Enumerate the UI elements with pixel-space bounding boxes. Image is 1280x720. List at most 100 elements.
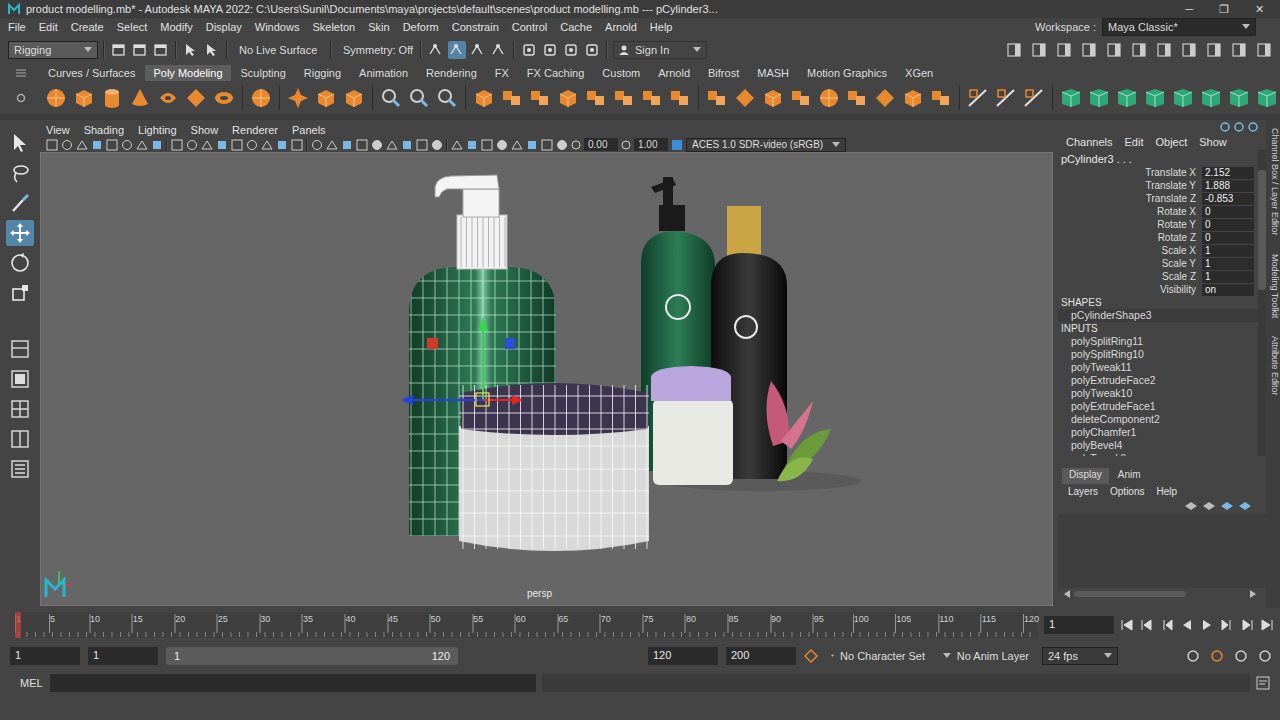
input-node[interactable]: polyExtrudeFace2 — [1058, 374, 1258, 387]
layer-editor-menu-item[interactable]: Options — [1110, 486, 1144, 497]
shelf-tool-icon[interactable] — [733, 86, 757, 110]
viewport-tool-icon[interactable] — [356, 139, 368, 151]
menu-item[interactable]: Create — [71, 21, 104, 33]
channel-box-scrollbar[interactable] — [1258, 150, 1266, 456]
panel-toggle-icon[interactable] — [1056, 42, 1072, 58]
menu-set-dropdown[interactable]: Rigging — [8, 41, 98, 59]
shelf-tool-icon[interactable] — [994, 86, 1018, 110]
channel-row[interactable]: Rotate Z 0 — [1058, 231, 1258, 244]
anim-layer-dropdown[interactable]: No Anim Layer — [938, 647, 1034, 665]
viewport-tool-icon[interactable] — [276, 139, 288, 151]
shelf-tool-icon[interactable] — [1115, 86, 1139, 110]
viewport-tool-icon[interactable] — [291, 139, 303, 151]
nextkey-icon[interactable] — [1240, 619, 1254, 631]
viewport-tool-icon[interactable] — [371, 139, 383, 151]
shelf-tab[interactable]: Custom — [594, 65, 648, 81]
layer-editor-scrollbar[interactable] — [1058, 588, 1266, 600]
shelf-tab[interactable]: Curves / Surfaces — [40, 65, 143, 81]
shelf-tab[interactable]: Arnold — [650, 65, 698, 81]
panel-toggle-icon[interactable] — [1181, 42, 1197, 58]
viewport-tool-icon[interactable] — [481, 139, 493, 151]
current-frame-field[interactable]: 1 — [1044, 616, 1114, 634]
viewport-tool-icon[interactable] — [231, 139, 243, 151]
viewport-tool-icon[interactable] — [541, 139, 553, 151]
viewport-tool-icon[interactable] — [401, 139, 413, 151]
channel-value-field[interactable]: 0 — [1202, 206, 1254, 218]
panel-toggle-icon[interactable] — [1231, 42, 1247, 58]
viewport-tool-icon[interactable] — [216, 139, 228, 151]
shelf-tool-icon[interactable] — [1022, 86, 1046, 110]
shelf-tool-icon[interactable] — [286, 86, 310, 110]
status-toggle[interactable] — [469, 41, 487, 59]
shelf-tab[interactable]: Bifrost — [700, 65, 747, 81]
window-control-button[interactable]: ❐ — [1219, 3, 1229, 16]
menu-item[interactable]: Skeleton — [312, 21, 355, 33]
shelf-tab[interactable]: MASH — [749, 65, 797, 81]
panel-toggle-icon[interactable] — [1156, 42, 1172, 58]
shelf-tool-icon[interactable] — [44, 86, 68, 110]
layout-button[interactable] — [6, 396, 34, 422]
channel-box-menu-item[interactable]: Channels — [1066, 136, 1112, 148]
shelf-tool-icon[interactable] — [612, 86, 636, 110]
channel-row[interactable]: Translate Z -0.853 — [1058, 192, 1258, 205]
shelf-tab[interactable]: Sculpting — [233, 65, 294, 81]
window-control-button[interactable]: ─ — [1185, 3, 1193, 16]
shelf-tool-icon[interactable] — [1199, 86, 1223, 110]
layer-action-icon[interactable] — [1220, 500, 1234, 512]
viewport-menu-item[interactable]: Panels — [292, 124, 326, 136]
shelf-tab[interactable]: Motion Graphics — [799, 65, 895, 81]
channel-value-field[interactable]: 1.888 — [1202, 180, 1254, 192]
menu-item[interactable]: Help — [650, 21, 673, 33]
channel-box-menu-item[interactable]: Edit — [1124, 136, 1143, 148]
shelf-tool-icon[interactable] — [500, 86, 524, 110]
menu-item[interactable]: Arnold — [605, 21, 637, 33]
shelf-tool-icon[interactable] — [817, 86, 841, 110]
channel-value-field[interactable]: 1 — [1202, 271, 1254, 283]
playback-option-icon[interactable] — [1186, 649, 1200, 663]
shelf-tool-icon[interactable] — [1227, 86, 1251, 110]
viewport-tool-icon[interactable] — [416, 139, 428, 151]
viewport-tool-icon[interactable] — [151, 139, 163, 151]
status-toggle[interactable] — [562, 41, 580, 59]
menu-item[interactable]: Select — [117, 21, 148, 33]
layer-action-icon[interactable] — [1184, 500, 1198, 512]
status-toggle[interactable] — [541, 41, 559, 59]
shelf-options-icon[interactable] — [16, 93, 26, 103]
prev-icon[interactable] — [1160, 619, 1174, 631]
layer-action-icon[interactable] — [1202, 500, 1216, 512]
viewport-menu-item[interactable]: Show — [191, 124, 219, 136]
input-node[interactable]: polyChamfer1 — [1058, 426, 1258, 439]
toolbox-tool[interactable] — [6, 280, 34, 306]
script-editor-icon[interactable] — [1256, 676, 1270, 690]
shelf-tool-icon[interactable] — [212, 86, 236, 110]
channel-value-field[interactable]: 0 — [1202, 232, 1254, 244]
shelf-tab[interactable]: XGen — [897, 65, 941, 81]
layer-editor-menu-item[interactable]: Help — [1156, 486, 1177, 497]
status-toggle[interactable] — [110, 41, 128, 59]
viewport-tool-icon[interactable] — [106, 139, 118, 151]
shelf-tab[interactable]: Rigging — [296, 65, 349, 81]
viewport-tool-icon[interactable] — [171, 139, 183, 151]
viewport-menu-item[interactable]: Lighting — [138, 124, 177, 136]
shelf-tool-icon[interactable] — [761, 86, 785, 110]
back-icon[interactable] — [1180, 619, 1194, 631]
layer-editor-tab[interactable]: Anim — [1111, 468, 1148, 484]
next-icon[interactable] — [1220, 619, 1234, 631]
playback-option-icon[interactable] — [1234, 649, 1248, 663]
layout-button[interactable] — [6, 336, 34, 362]
shelf-tool-icon[interactable] — [72, 86, 96, 110]
shelf-tool-icon[interactable] — [472, 86, 496, 110]
last-icon[interactable] — [1260, 619, 1274, 631]
viewport-value-field[interactable]: 0.00 — [584, 138, 618, 151]
shelf-tool-icon[interactable] — [556, 86, 580, 110]
channel-row[interactable]: Visibility on — [1058, 283, 1258, 296]
playback-start-field[interactable]: 1 — [88, 647, 158, 665]
status-toggle[interactable] — [583, 41, 601, 59]
menu-item[interactable]: Cache — [560, 21, 592, 33]
viewport-tool-icon[interactable] — [451, 139, 463, 151]
toolbox-tool[interactable] — [6, 220, 34, 246]
layer-editor-menu-item[interactable]: Layers — [1068, 486, 1098, 497]
layer-editor-tab[interactable]: Display — [1062, 468, 1109, 484]
toolbox-tool[interactable] — [6, 160, 34, 186]
side-tab[interactable]: Channel Box / Layer Editor — [1266, 128, 1280, 236]
